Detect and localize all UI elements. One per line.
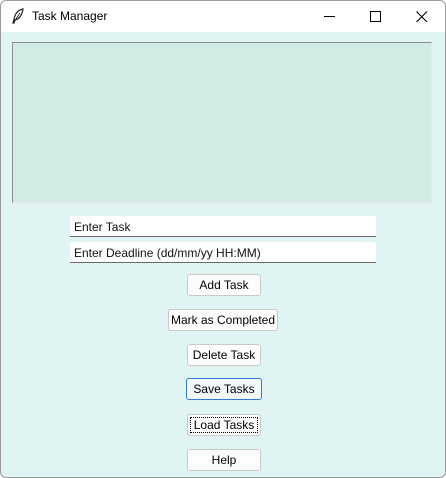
maximize-button[interactable] [353,1,399,32]
load-tasks-button[interactable]: Load Tasks [187,414,261,436]
save-tasks-button[interactable]: Save Tasks [186,378,262,400]
add-task-label: Add Task [199,278,249,292]
mark-completed-label: Mark as Completed [170,313,276,327]
delete-task-label: Delete Task [192,348,256,362]
window-title: Task Manager [32,9,108,23]
mark-completed-button[interactable]: Mark as Completed [168,309,278,331]
minimize-button[interactable] [307,1,353,32]
help-button[interactable]: Help [187,449,261,471]
title-bar[interactable]: Task Manager [1,1,445,32]
load-tasks-label: Load Tasks [193,418,255,432]
task-manager-window: Task Manager Enter Task Enter Deadline (… [0,0,446,478]
close-button[interactable] [399,1,445,32]
feather-icon [11,8,25,24]
task-input[interactable]: Enter Task [70,216,376,237]
help-label: Help [211,453,237,467]
task-listbox[interactable] [12,42,432,203]
task-input-value: Enter Task [74,220,131,234]
deadline-input-value: Enter Deadline (dd/mm/yy HH:MM) [74,246,261,260]
deadline-input[interactable]: Enter Deadline (dd/mm/yy HH:MM) [70,242,376,263]
delete-task-button[interactable]: Delete Task [187,344,261,366]
save-tasks-label: Save Tasks [193,382,255,396]
add-task-button[interactable]: Add Task [187,274,261,296]
